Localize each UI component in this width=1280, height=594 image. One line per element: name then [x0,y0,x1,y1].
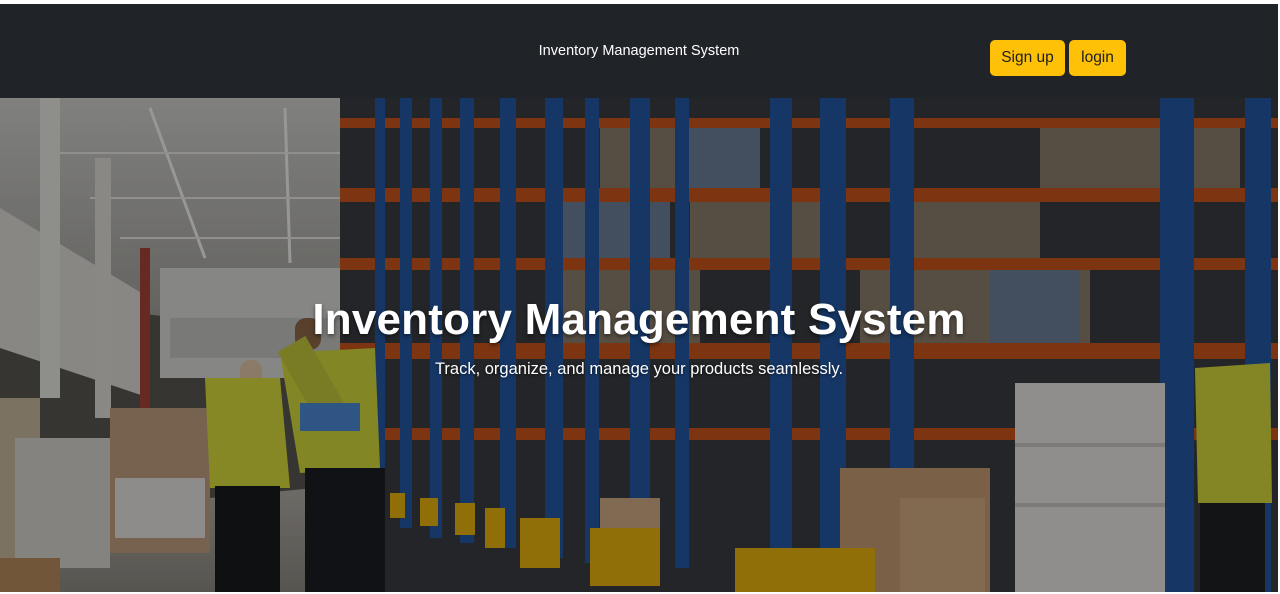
login-button[interactable]: login [1069,40,1126,76]
hero-banner: Inventory Management System Track, organ… [0,98,1278,592]
hero-subtitle: Track, organize, and manage your product… [434,360,844,378]
hero-title: Inventory Management System [312,295,966,344]
navbar: Inventory Management System Sign up logi… [0,4,1278,98]
signup-button[interactable]: Sign up [990,40,1065,76]
